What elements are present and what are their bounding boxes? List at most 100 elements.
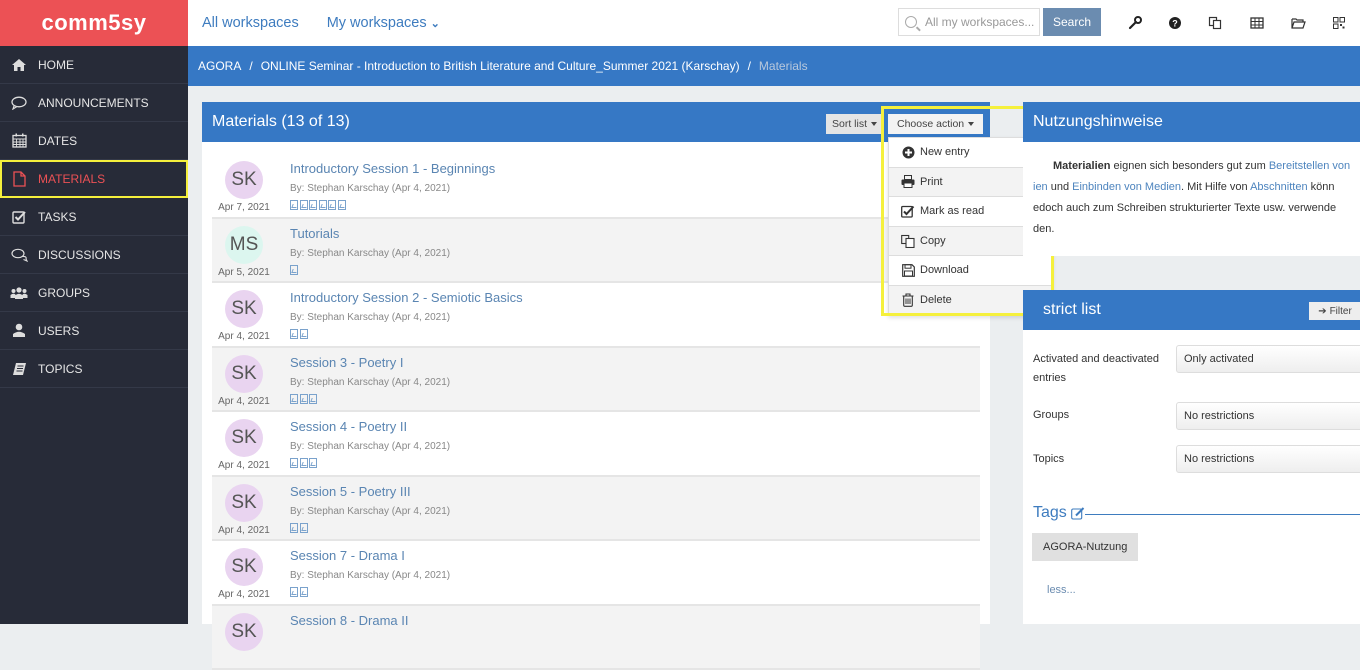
material-title-link[interactable]: Session 7 - Drama I (290, 548, 405, 563)
pdf-file-icon[interactable] (290, 587, 298, 597)
material-date: Apr 4, 2021 (216, 589, 272, 600)
search-button[interactable]: Search (1043, 8, 1101, 36)
pdf-file-icon[interactable] (290, 200, 298, 210)
caret-down-icon (968, 122, 974, 126)
material-date: Apr 4, 2021 (216, 460, 272, 471)
caret-down-icon (871, 122, 877, 126)
restrict-list-header: strict list ➔Filter (1023, 290, 1360, 330)
pdf-file-icon[interactable] (290, 458, 298, 468)
material-title-link[interactable]: Session 4 - Poetry II (290, 419, 407, 434)
pdf-file-icon[interactable] (300, 394, 308, 404)
tag-chip[interactable]: AGORA-Nutzung (1032, 533, 1138, 561)
less-link[interactable]: less... (1047, 584, 1076, 596)
material-date: Apr 5, 2021 (216, 267, 272, 278)
material-title-link[interactable]: Introductory Session 1 - Beginnings (290, 161, 495, 176)
sidebar-item-dates[interactable]: DATES (0, 122, 188, 160)
info-link-files[interactable]: ien (1033, 181, 1048, 193)
help-icon[interactable]: ? (1166, 14, 1184, 32)
material-row[interactable]: SKApr 4, 2021Session 3 - Poetry IBy: Ste… (212, 348, 980, 413)
material-row[interactable]: SKApr 4, 2021Session 4 - Poetry IIBy: St… (212, 412, 980, 477)
material-row[interactable]: SKApr 4, 2021Session 7 - Drama IBy: Step… (212, 541, 980, 606)
user-icon (10, 323, 28, 339)
material-row[interactable]: SKSession 8 - Drama II (212, 606, 980, 670)
my-workspaces-dropdown[interactable]: My workspaces⌄ (327, 15, 440, 31)
material-author: By: Stephan Karschay (Apr 4, 2021) (290, 506, 450, 517)
sidebar-item-users[interactable]: USERS (0, 312, 188, 350)
select-value: Only activated (1184, 353, 1254, 365)
groups-icon (10, 285, 28, 301)
select-value: No restrictions (1184, 453, 1254, 465)
info-link-sections[interactable]: Abschnitten (1250, 181, 1307, 193)
pdf-file-icon[interactable] (300, 458, 308, 468)
menu-item-label: New entry (920, 146, 970, 158)
attachments (290, 329, 309, 339)
material-title-link[interactable]: Session 3 - Poetry I (290, 355, 403, 370)
pdf-file-icon[interactable] (290, 523, 298, 533)
usage-notes-header: Nutzungshinweise (1023, 102, 1360, 142)
material-title-link[interactable]: Session 5 - Poetry III (290, 484, 411, 499)
material-row[interactable]: MSApr 5, 2021TutorialsBy: Stephan Karsch… (212, 219, 980, 284)
pdf-file-icon[interactable] (338, 200, 346, 210)
info-link-embed-media[interactable]: Einbinden von Medien (1072, 181, 1181, 193)
info-link-provide-files[interactable]: Bereitstellen von (1269, 160, 1350, 172)
material-title-link[interactable]: Introductory Session 2 - Semiotic Basics (290, 290, 523, 305)
pdf-file-icon[interactable] (328, 200, 336, 210)
pdf-file-icon[interactable] (309, 394, 317, 404)
materials-title: Materials (13 of 13) (212, 113, 350, 131)
document-icon (10, 171, 28, 187)
pdf-file-icon[interactable] (309, 458, 317, 468)
avatar: SK (225, 161, 263, 199)
calendar-icon (10, 133, 28, 149)
pdf-file-icon[interactable] (309, 200, 317, 210)
material-row[interactable]: SKApr 4, 2021Session 5 - Poetry IIIBy: S… (212, 477, 980, 542)
save-icon (901, 263, 915, 277)
table-icon[interactable] (1248, 14, 1266, 32)
book-icon (10, 361, 28, 377)
all-workspaces-link[interactable]: All workspaces (202, 15, 299, 31)
pdf-file-icon[interactable] (290, 394, 298, 404)
pdf-file-icon[interactable] (319, 200, 327, 210)
pdf-file-icon[interactable] (300, 200, 308, 210)
sidebar-item-materials[interactable]: MATERIALS (0, 160, 188, 198)
copy-icon[interactable] (1206, 14, 1224, 32)
folder-open-icon[interactable] (1289, 14, 1307, 32)
pdf-file-icon[interactable] (300, 587, 308, 597)
filter-select-groups[interactable]: No restrictions (1176, 402, 1360, 430)
breadcrumb-agora[interactable]: AGORA (198, 59, 241, 73)
material-title-link[interactable]: Session 8 - Drama II (290, 613, 409, 628)
breadcrumb-seminar[interactable]: ONLINE Seminar - Introduction to British… (261, 59, 740, 73)
edit-icon[interactable] (1071, 507, 1085, 520)
material-date: Apr 4, 2021 (216, 525, 272, 536)
pdf-file-icon[interactable] (290, 265, 298, 275)
qr-code-icon[interactable] (1330, 14, 1348, 32)
breadcrumb-separator: / (249, 59, 252, 73)
choose-action-button[interactable]: Choose action (888, 114, 983, 134)
menu-item-label: Copy (920, 235, 946, 247)
info-bold: Materialien (1053, 160, 1110, 172)
sidebar-item-groups[interactable]: GROUPS (0, 274, 188, 312)
pdf-file-icon[interactable] (300, 329, 308, 339)
sidebar: HOME ANNOUNCEMENTS DATES MATERIALS TASKS… (0, 46, 188, 624)
sort-list-button[interactable]: Sort list (826, 114, 883, 134)
menu-item-download[interactable]: Download (889, 256, 1052, 286)
sidebar-item-topics[interactable]: TOPICS (0, 350, 188, 388)
pdf-file-icon[interactable] (300, 523, 308, 533)
wrench-icon[interactable] (1126, 14, 1144, 32)
filter-select-activation[interactable]: Only activated (1176, 345, 1360, 373)
material-author: By: Stephan Karschay (Apr 4, 2021) (290, 183, 450, 194)
sidebar-item-tasks[interactable]: TASKS (0, 198, 188, 236)
sidebar-item-label: ANNOUNCEMENTS (38, 96, 149, 110)
pdf-file-icon[interactable] (290, 329, 298, 339)
top-bar: All workspaces My workspaces⌄ All my wor… (188, 0, 1360, 46)
commsy-logo[interactable]: comm5sy (0, 0, 188, 46)
sidebar-item-announcements[interactable]: ANNOUNCEMENTS (0, 84, 188, 122)
search-input[interactable]: All my workspaces... (898, 8, 1040, 36)
sidebar-item-home[interactable]: HOME (0, 46, 188, 84)
filter-select-topics[interactable]: No restrictions (1176, 445, 1360, 473)
avatar: MS (225, 226, 263, 264)
filter-button[interactable]: ➔Filter (1309, 302, 1360, 320)
material-row[interactable]: SKApr 7, 2021Introductory Session 1 - Be… (212, 154, 980, 219)
material-row[interactable]: SKApr 4, 2021Introductory Session 2 - Se… (212, 283, 980, 348)
material-title-link[interactable]: Tutorials (290, 226, 339, 241)
sidebar-item-discussions[interactable]: DISCUSSIONS (0, 236, 188, 274)
